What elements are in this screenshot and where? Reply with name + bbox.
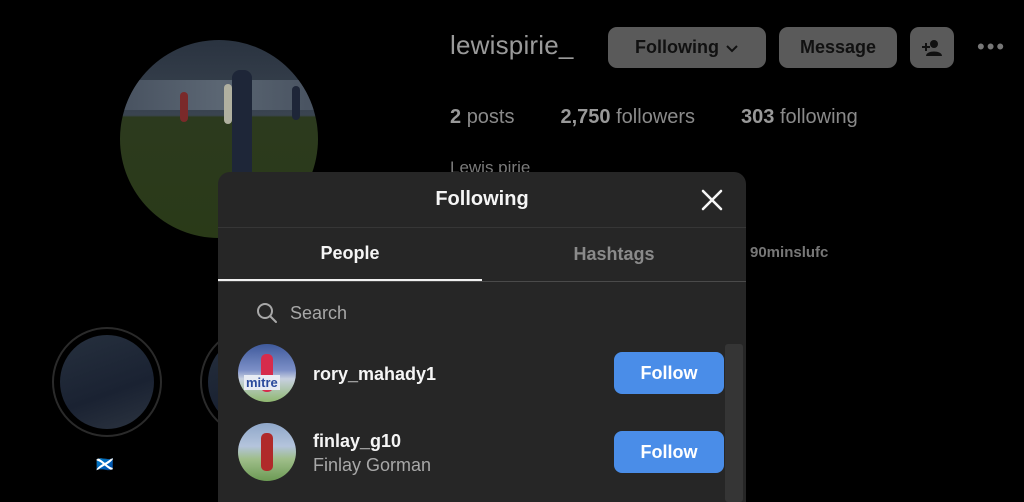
chevron-down-icon <box>726 44 738 52</box>
following-dropdown-button[interactable]: Following <box>608 27 766 68</box>
follow-button[interactable]: Follow <box>614 352 724 394</box>
list-item[interactable]: mitre rory_mahady1 Follow <box>238 344 724 404</box>
list-item[interactable]: finlay_g10 Finlay Gorman Follow <box>238 423 724 483</box>
user-username[interactable]: finlay_g10 <box>313 431 401 452</box>
tab-people[interactable]: People <box>218 228 482 281</box>
more-options-icon[interactable]: ••• <box>977 34 1006 60</box>
profile-stats: 2 posts 2,750 followers 303 following <box>450 106 858 129</box>
search-input[interactable] <box>288 301 592 325</box>
following-stat[interactable]: 303 following <box>741 106 858 129</box>
close-icon <box>701 189 723 211</box>
modal-header: Following <box>218 172 746 228</box>
user-avatar[interactable]: mitre <box>238 344 296 402</box>
story-highlight[interactable] <box>52 327 162 437</box>
modal-tabs: People Hashtags <box>218 228 746 282</box>
following-modal: Following People Hashtags mitre rory_mah… <box>218 172 746 502</box>
highlight-label: 🏴󠁧󠁢󠁳󠁣󠁴󠁿 <box>96 456 114 472</box>
add-user-icon <box>922 39 942 56</box>
profile-username: lewispirie_ <box>450 30 574 60</box>
search-bar[interactable] <box>256 300 592 326</box>
posts-stat[interactable]: 2 posts <box>450 106 515 129</box>
follow-button[interactable]: Follow <box>614 431 724 473</box>
list-scrollbar[interactable] <box>725 344 743 502</box>
user-username[interactable]: rory_mahady1 <box>313 364 436 385</box>
user-avatar[interactable] <box>238 423 296 481</box>
search-icon <box>257 303 277 323</box>
tab-hashtags[interactable]: Hashtags <box>482 228 746 281</box>
modal-title: Following <box>435 188 529 210</box>
suggest-user-button[interactable] <box>910 27 954 68</box>
user-full-name: Finlay Gorman <box>313 455 432 475</box>
bio-mention-link[interactable]: 90minslufc <box>750 244 828 261</box>
close-button[interactable] <box>698 186 726 214</box>
followers-stat[interactable]: 2,750 followers <box>561 106 696 129</box>
avatar-brand-text: mitre <box>244 375 280 390</box>
following-button-label: Following <box>635 37 719 57</box>
message-button[interactable]: Message <box>779 27 897 68</box>
